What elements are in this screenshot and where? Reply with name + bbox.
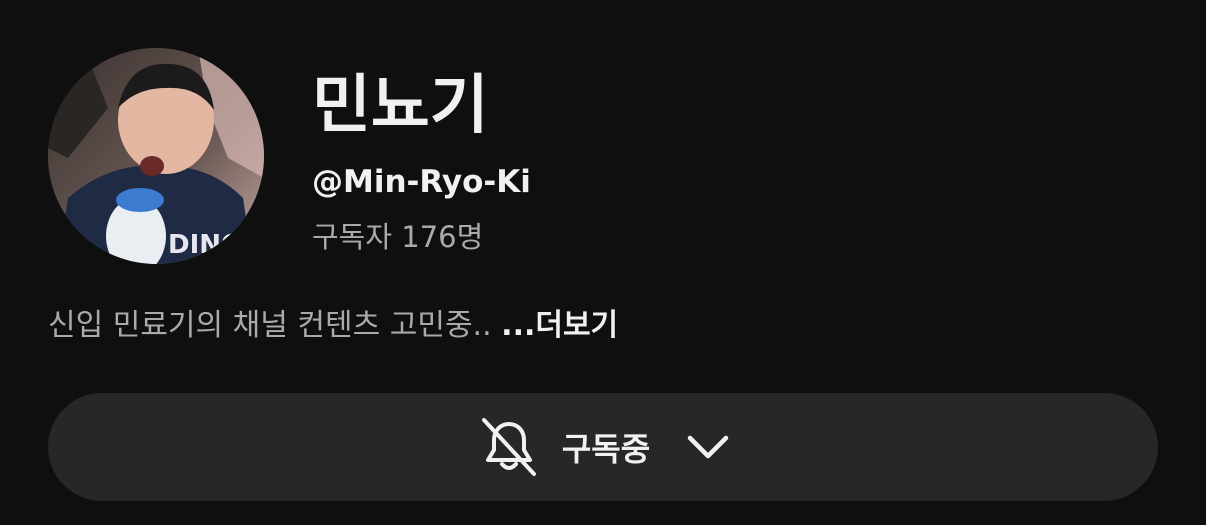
subscribed-button[interactable]: 구독중	[48, 393, 1158, 501]
channel-name: 민뇨기	[312, 69, 489, 143]
channel-avatar[interactable]: DINO	[48, 48, 264, 264]
channel-description[interactable]: 신입 민료기의 채널 컨텐츠 고민중.. ...더보기	[48, 306, 618, 346]
chevron-down-icon	[687, 435, 729, 459]
subscribed-label: 구독중	[561, 430, 651, 468]
svg-text:DINO: DINO	[168, 230, 243, 260]
channel-header: DINO 민뇨기 @Min-Ryo-Ki 구독자 176명 신입 민료기의 채널…	[0, 0, 1206, 525]
avatar-image: DINO	[48, 48, 264, 264]
channel-handle: @Min-Ryo-Ki	[312, 164, 531, 200]
description-text: 신입 민료기의 채널 컨텐츠 고민중..	[48, 308, 492, 343]
subscriber-count: 구독자 176명	[312, 220, 484, 254]
bell-off-icon	[481, 418, 536, 476]
more-link[interactable]: ...더보기	[501, 308, 618, 343]
